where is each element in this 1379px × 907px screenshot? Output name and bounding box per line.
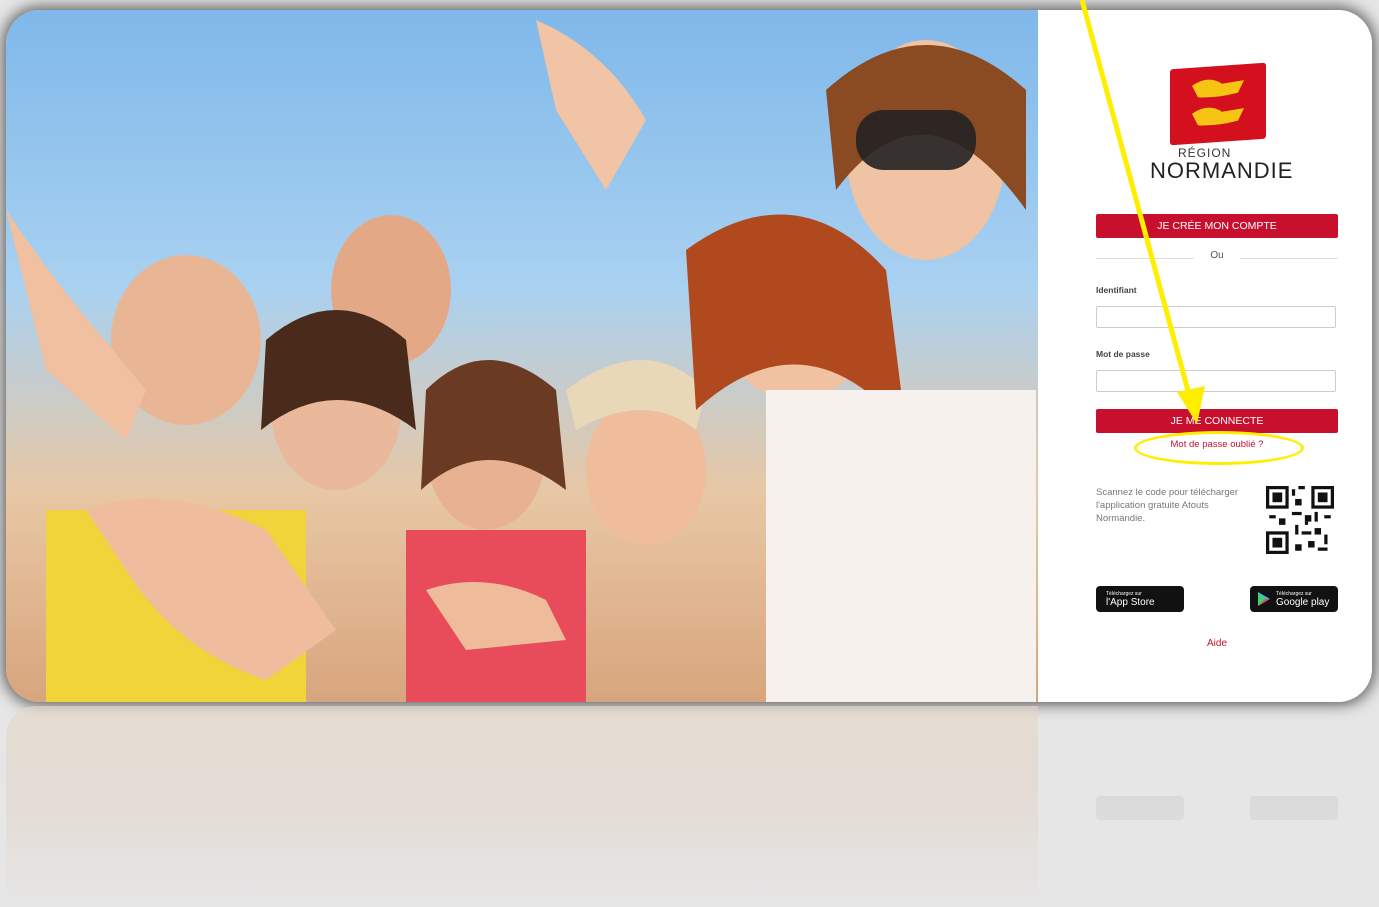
create-account-button[interactable]: JE CRÉE MON COMPTE — [1096, 214, 1338, 238]
or-separator: Ou — [1096, 250, 1338, 264]
region-normandie-logo: RÉGION NORMANDIE — [1150, 62, 1294, 196]
password-label: Mot de passe — [1096, 349, 1150, 359]
card-reflection — [6, 706, 1372, 907]
hero-photo-illustration — [6, 20, 1036, 702]
login-button[interactable]: JE ME CONNECTE — [1096, 409, 1338, 433]
login-card: RÉGION NORMANDIE JE CRÉE MON COMPTE Ou I… — [6, 10, 1372, 702]
highlight-ellipse — [1134, 431, 1304, 465]
help-link[interactable]: Aide — [1096, 638, 1338, 649]
login-panel: RÉGION NORMANDIE JE CRÉE MON COMPTE Ou I… — [1038, 10, 1372, 702]
hero-photo — [6, 10, 1038, 702]
username-input[interactable] — [1096, 306, 1336, 328]
password-input[interactable] — [1096, 370, 1336, 392]
appstore-button[interactable]: Téléchargez sur l'App Store — [1096, 586, 1184, 612]
appstore-big-text: l'App Store — [1106, 596, 1155, 608]
username-label: Identifiant — [1096, 285, 1137, 295]
googleplay-button[interactable]: Téléchargez sur Google play — [1250, 586, 1338, 612]
logo-normandie-text: NORMANDIE — [1150, 158, 1294, 183]
qr-code-icon — [1266, 486, 1334, 554]
googleplay-big-text: Google play — [1276, 596, 1330, 608]
play-icon — [1258, 592, 1270, 606]
scan-instructions: Scannez le code pour télécharger l'appli… — [1096, 487, 1239, 524]
lion-flag-icon — [1170, 62, 1266, 146]
or-text: Ou — [1210, 250, 1224, 261]
